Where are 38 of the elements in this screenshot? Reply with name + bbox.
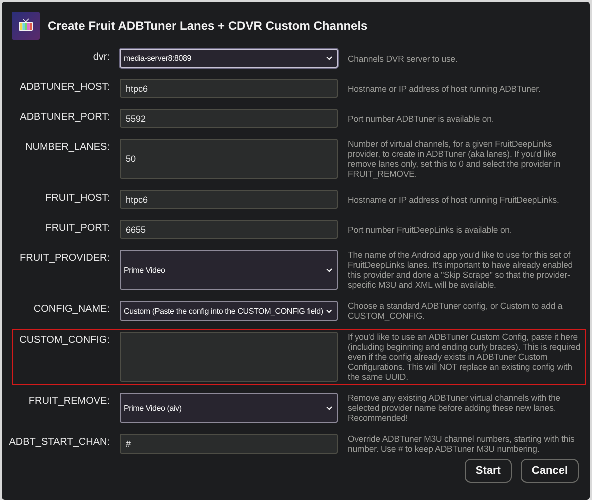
dialog-title: Create Fruit ADBTuner Lanes + CDVR Custom Channels [48, 19, 368, 33]
field-description: Channels DVR server to use. [348, 52, 459, 66]
field-label: CUSTOM_CONFIG: [20, 334, 110, 347]
dropdown[interactable]: media-server8:8089 [120, 49, 338, 68]
field-label: FRUIT_HOST: [46, 192, 110, 205]
field-label: FRUIT_PORT: [46, 222, 110, 235]
field-description: Hostname or IP address of host running FruitDeepLinks. [348, 194, 560, 207]
field-description: The name of the Android app you'd like to use for this set of FruitDeepLinks lanes. It's important to have already enabled this provider and done a "Skip Scrape" so that the provider-specific M3U and XML will be available. [348, 250, 574, 290]
chevron-icon [325, 54, 334, 63]
dropdown[interactable]: Prime Video (aiv) [120, 393, 338, 423]
field-description: Number of virtual channels, for a given FruitDeepLinks provider, to create in ADBTuner (aka lanes). If you'd like remove lanes only, set this to 0 and select the provider in FRUIT_REMOVE. [348, 139, 562, 179]
field-description: If you'd like to use an ADBTuner Custom Config, paste it here (including beginning and ending curly braces). This is required even if the config already exists in ADBTuner Custom Configurations. This will NOT replace an existing config with the same UUID. [348, 332, 581, 382]
start-button[interactable]: Start [464, 459, 512, 483]
input-field[interactable]: htpc6 [120, 190, 338, 209]
dropdown[interactable]: Custom (Paste the config into the CUSTOM_CONFIG field) [120, 301, 338, 321]
field-label: dvr: [93, 51, 110, 64]
text-area[interactable] [120, 332, 338, 382]
field-label: CONFIG_NAME: [34, 303, 110, 316]
input-field[interactable]: 5592 [120, 109, 338, 128]
field-label: ADBTUNER_PORT: [20, 111, 110, 124]
input-field[interactable]: # [120, 434, 338, 454]
cancel-button[interactable]: Cancel [520, 459, 579, 483]
field-description: Port number FruitDeepLinks is available on. [348, 224, 514, 237]
field-label: FRUIT_REMOVE: [28, 395, 110, 408]
field-label: ADBT_START_CHAN: [9, 436, 110, 449]
field-description: Override ADBTuner M3U channel numbers, starting with this number. Use # to keep ADBTuner M3U numbering. [348, 434, 576, 454]
field-label: FRUIT_PROVIDER: [20, 252, 110, 265]
tv-icon [12, 12, 40, 40]
field-description: Choose a standard ADBTuner config, or Custom to add a CUSTOM_CONFIG. [348, 301, 564, 321]
input-field[interactable]: 50 [120, 139, 338, 179]
dropdown[interactable]: Prime Video [120, 250, 338, 290]
field-label: ADBTUNER_HOST: [20, 81, 110, 94]
field-description: Remove any existing ADBTuner virtual channels with the selected provider name before adding these new lanes. Recommended! [348, 393, 562, 423]
field-description: Port number ADBTuner is available on. [348, 112, 496, 126]
field-label: NUMBER_LANES: [26, 141, 110, 154]
input-field[interactable]: htpc6 [120, 79, 338, 98]
field-description: Hostname or IP address of host running ADBTuner. [348, 82, 542, 96]
input-field[interactable]: 6655 [120, 220, 338, 239]
